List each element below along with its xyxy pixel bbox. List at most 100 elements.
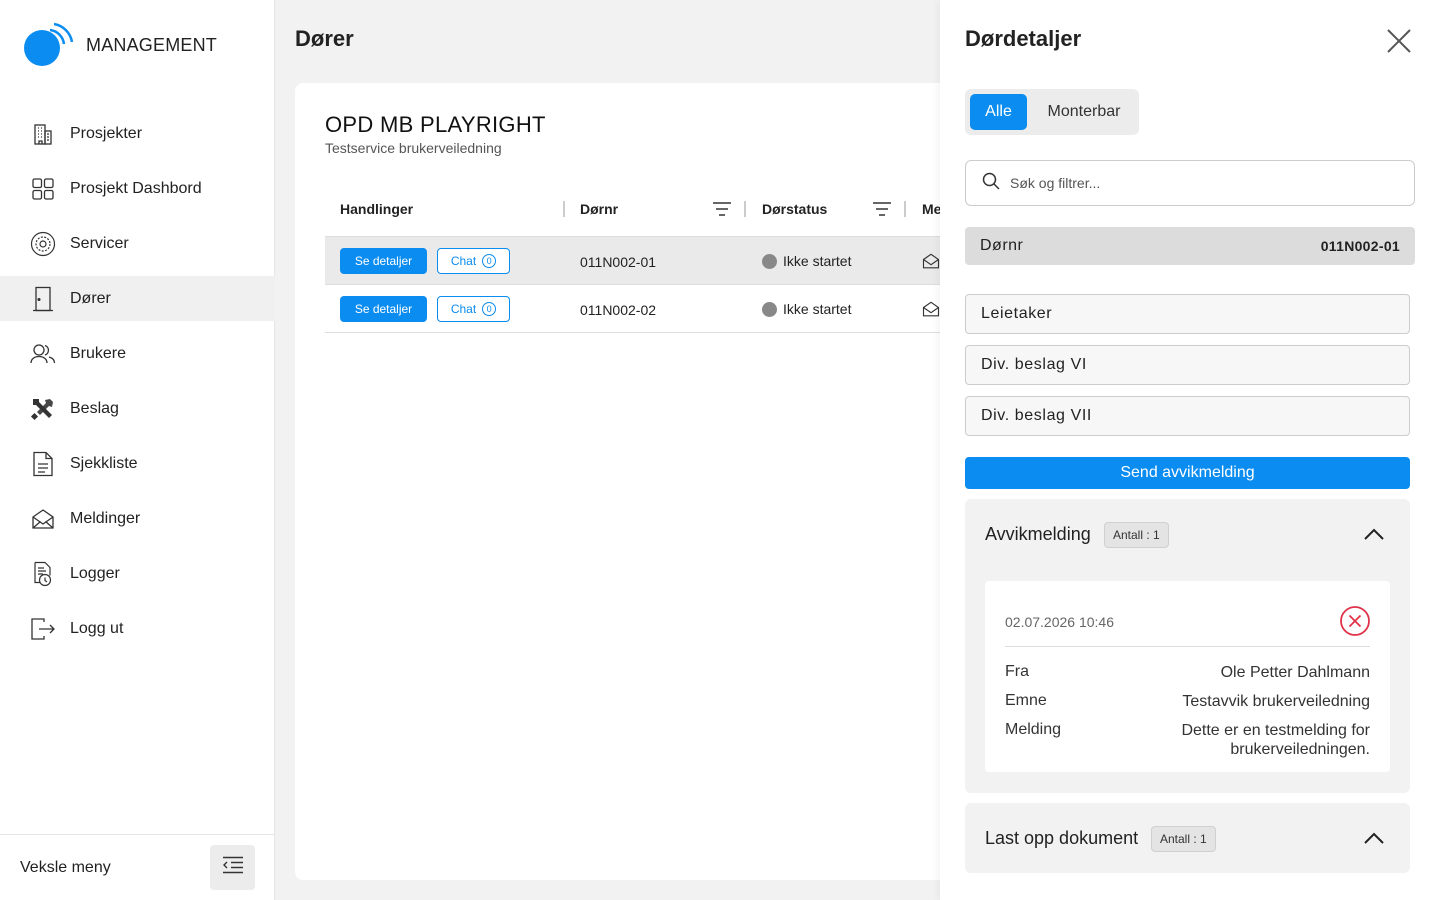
- door-details-panel: Dørdetaljer Alle Monterbar Dørnr 011N002…: [940, 0, 1440, 900]
- deviation-section: Avvikmelding Antall : 1 02.07.2026 10:46…: [965, 499, 1410, 793]
- door-number-cell: 011N002-02: [580, 302, 657, 318]
- upload-document-section: Last opp dokument Antall : 1: [965, 803, 1410, 873]
- upload-title: Last opp dokument: [985, 828, 1139, 848]
- status-label: Ikke startet: [783, 253, 852, 269]
- chevron-up-icon[interactable]: [1362, 826, 1386, 850]
- door-number-label: Dørnr: [980, 237, 1024, 254]
- brand-name: MANAGEMENT: [86, 34, 218, 55]
- door-icon: [30, 286, 56, 312]
- sidebar-item-label: Beslag: [70, 399, 119, 417]
- see-details-button[interactable]: Se detaljer: [340, 296, 427, 322]
- door-status-cell: Ikke startet: [762, 253, 851, 269]
- sidebar-item-label: Brukere: [70, 344, 127, 362]
- sidebar: MANAGEMENT Prosjekter Prosjekt Dashbord …: [0, 0, 275, 900]
- sidebar-item-label: Sjekkliste: [70, 454, 138, 472]
- logo: MANAGEMENT: [24, 22, 217, 68]
- table-row[interactable]: Se detaljer Chat 0 011N002-01 Ikke start…: [325, 237, 955, 285]
- sidebar-item-logger[interactable]: Logger: [0, 551, 275, 596]
- filter-icon[interactable]: [872, 201, 892, 222]
- send-deviation-button[interactable]: Send avvikmelding: [965, 457, 1410, 489]
- sidebar-item-brukere[interactable]: Brukere: [0, 331, 275, 376]
- upload-count-badge: Antall : 1: [1151, 826, 1216, 852]
- chat-count-badge: 0: [482, 302, 497, 316]
- building-icon: [30, 121, 56, 147]
- sidebar-item-prosjekt-dashbord[interactable]: Prosjekt Dashbord: [0, 166, 275, 211]
- message-date: 02.07.2026 10:46: [1005, 614, 1114, 630]
- column-header-door-status: Dørstatus: [762, 201, 828, 217]
- sidebar-item-sjekkliste[interactable]: Sjekkliste: [0, 441, 275, 486]
- sidebar-item-prosjekter[interactable]: Prosjekter: [0, 111, 275, 156]
- project-card: OPD MB PLAYRIGHT Testservice brukerveile…: [295, 83, 955, 880]
- divider: [1005, 646, 1370, 647]
- search-box: [965, 160, 1415, 206]
- table-header: Handlinger Dørnr Dørstatus Me: [325, 183, 955, 237]
- logout-icon: [30, 616, 56, 642]
- field-div-beslag-vii[interactable]: Div. beslag VII: [965, 396, 1410, 436]
- from-value: Ole Petter Dahlmann: [1220, 664, 1370, 681]
- panel-title: Dørdetaljer: [965, 26, 1082, 51]
- toggle-menu-button[interactable]: [210, 845, 255, 890]
- filter-tabs: Alle Monterbar: [965, 89, 1139, 135]
- search-input[interactable]: [1010, 175, 1390, 191]
- status-dot-icon: [762, 301, 777, 317]
- sidebar-item-dorer[interactable]: Dører: [0, 276, 275, 321]
- door-number-bar: Dørnr 011N002-01: [965, 227, 1415, 265]
- chat-label: Chat: [450, 254, 477, 268]
- project-subtitle: Testservice brukerveiledning: [325, 140, 502, 156]
- subject-value: Testavvik brukerveiledning: [1182, 693, 1370, 710]
- chat-label: Chat: [450, 302, 477, 316]
- search-icon: [982, 172, 1000, 195]
- envelope-icon[interactable]: [922, 252, 940, 275]
- chat-count-badge: 0: [482, 254, 497, 268]
- see-details-button[interactable]: Se detaljer: [340, 248, 427, 274]
- log-icon: [30, 561, 56, 587]
- sidebar-item-label: Dører: [70, 289, 111, 307]
- envelope-icon[interactable]: [922, 300, 940, 323]
- door-number-cell: 011N002-01: [580, 254, 657, 270]
- deviation-title: Avvikmelding: [985, 524, 1091, 544]
- service-gear-icon: [30, 231, 56, 257]
- checklist-icon: [30, 451, 56, 477]
- column-header-door-no: Dørnr: [580, 201, 619, 217]
- toggle-menu-label: Veksle meny: [20, 858, 111, 876]
- users-icon: [30, 341, 56, 367]
- doors-table: Handlinger Dørnr Dørstatus Me Se detalje…: [325, 183, 955, 333]
- sidebar-item-logg-ut[interactable]: Logg ut: [0, 606, 275, 651]
- column-divider[interactable]: [563, 201, 565, 217]
- sidebar-item-servicer[interactable]: Servicer: [0, 221, 275, 266]
- project-name: OPD MB PLAYRIGHT: [325, 112, 546, 137]
- chat-button[interactable]: Chat 0: [437, 248, 510, 274]
- sidebar-item-label: Prosjekt Dashbord: [70, 179, 202, 197]
- column-divider[interactable]: [904, 201, 906, 217]
- sidebar-item-label: Servicer: [70, 234, 129, 252]
- field-div-beslag-vi[interactable]: Div. beslag VI: [965, 345, 1410, 385]
- column-divider[interactable]: [744, 201, 746, 217]
- table-row[interactable]: Se detaljer Chat 0 011N002-02 Ikke start…: [325, 285, 955, 333]
- tab-monterbar[interactable]: Monterbar: [1035, 94, 1133, 130]
- column-header-actions: Handlinger: [340, 201, 414, 217]
- tab-alle[interactable]: Alle: [970, 94, 1027, 130]
- sidebar-item-beslag[interactable]: Beslag: [0, 386, 275, 431]
- sidebar-nav: Prosjekter Prosjekt Dashbord Servicer Dø…: [0, 111, 275, 661]
- envelope-icon: [30, 506, 56, 532]
- collapse-menu-icon: [222, 856, 244, 879]
- filter-icon[interactable]: [712, 201, 732, 222]
- status-label: Ikke startet: [783, 301, 852, 317]
- dashboard-grid-icon: [30, 176, 56, 202]
- door-number-value: 011N002-01: [1320, 238, 1400, 254]
- sidebar-item-label: Prosjekter: [70, 124, 143, 142]
- subject-label: Emne: [1005, 692, 1047, 709]
- message-value: Dette er en testmelding for brukerveiled…: [1181, 722, 1370, 758]
- sidebar-item-label: Meldinger: [70, 509, 141, 527]
- close-button[interactable]: [1386, 28, 1412, 54]
- chat-button[interactable]: Chat 0: [437, 296, 510, 322]
- sidebar-item-meldinger[interactable]: Meldinger: [0, 496, 275, 541]
- field-leietaker[interactable]: Leietaker: [965, 294, 1410, 334]
- status-dot-icon: [762, 253, 777, 269]
- page-title: Dører: [295, 26, 354, 51]
- tools-icon: [30, 396, 56, 422]
- chevron-up-icon[interactable]: [1362, 522, 1386, 546]
- deviation-message-card: 02.07.2026 10:46 Fra Ole Petter Dahlmann…: [985, 581, 1390, 772]
- from-label: Fra: [1005, 663, 1029, 680]
- delete-message-button[interactable]: [1339, 605, 1371, 637]
